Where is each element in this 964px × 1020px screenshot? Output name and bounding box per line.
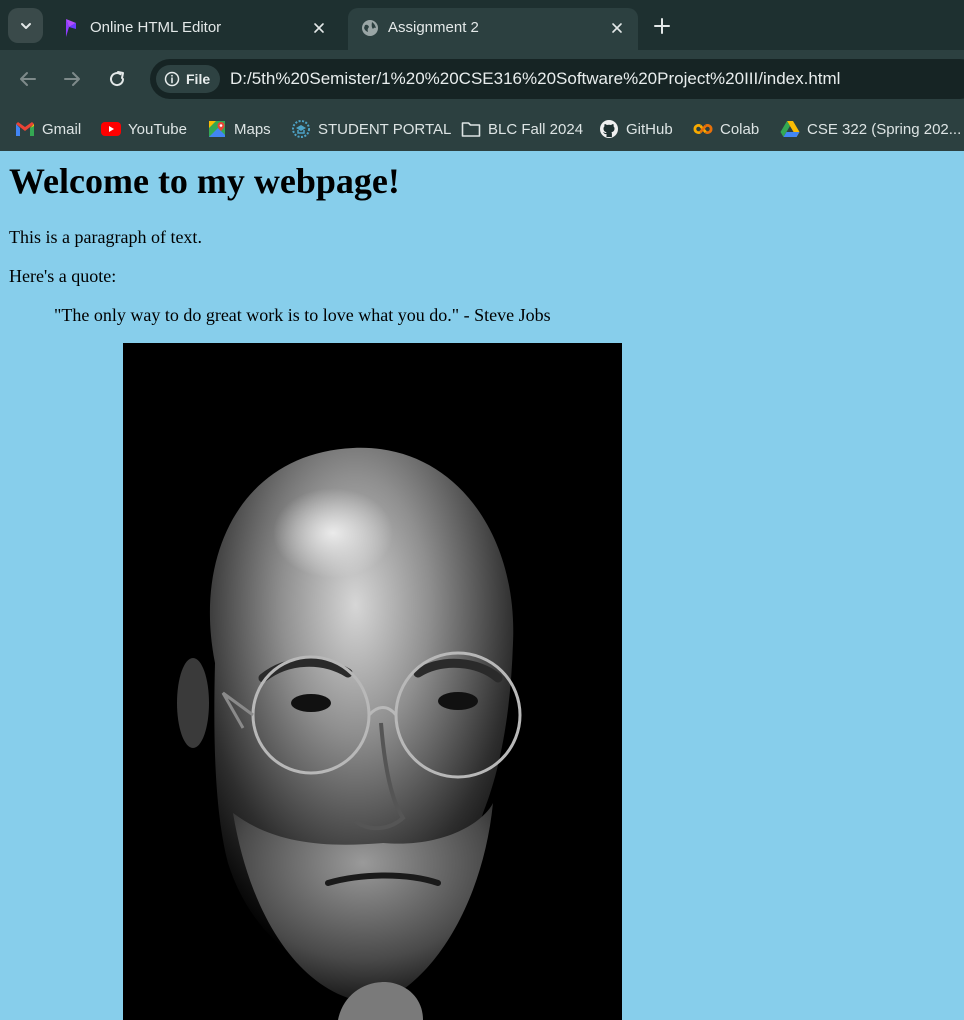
bookmark-student-portal[interactable]: STUDENT PORTAL xyxy=(291,116,451,142)
reload-button[interactable] xyxy=(103,65,131,93)
quote-intro: Here's a quote: xyxy=(9,266,117,286)
browser-toolbar: File D:/5th%20Semister/1%20%20CSE316%20S… xyxy=(0,50,964,108)
arrow-right-icon xyxy=(64,72,80,86)
bookmark-label: Gmail xyxy=(42,120,82,138)
info-icon xyxy=(164,71,180,87)
bookmark-gmail[interactable]: Gmail xyxy=(15,116,81,142)
bookmark-label: Colab xyxy=(720,120,760,138)
bookmark-label: YouTube xyxy=(128,120,187,138)
bookmark-blc-fall-2024[interactable]: BLC Fall 2024 xyxy=(461,116,583,142)
page-viewport: Welcome to my webpage! This is a paragra… xyxy=(0,151,964,1020)
folder-icon xyxy=(461,119,481,139)
site-info-label: File xyxy=(186,71,211,87)
url-text[interactable]: D:/5th%20Semister/1%20%20CSE316%20Softwa… xyxy=(230,69,840,89)
globe-icon xyxy=(360,18,380,38)
bookmark-label: GitHub xyxy=(626,120,673,138)
bookmarks-bar: Gmail YouTube Maps STUDENT PORTAL BLC Fa… xyxy=(0,108,964,151)
quote-text: "The only way to do great work is to lov… xyxy=(54,305,551,325)
bookmark-github[interactable]: GitHub xyxy=(599,116,673,142)
reload-icon xyxy=(110,71,125,87)
bookmark-cse-322[interactable]: CSE 322 (Spring 202... xyxy=(780,116,961,142)
bookmark-colab[interactable]: Colab xyxy=(693,116,759,142)
google-drive-icon xyxy=(780,119,800,139)
colab-icon xyxy=(693,119,713,139)
tab-title: Online HTML Editor xyxy=(90,19,222,36)
steve-jobs-portrait-image xyxy=(123,343,622,1020)
tab-online-html-editor[interactable]: Online HTML Editor xyxy=(50,8,340,50)
bookmark-maps[interactable]: Maps xyxy=(207,116,271,142)
bookmark-label: BLC Fall 2024 xyxy=(488,120,584,138)
new-tab-button[interactable] xyxy=(648,12,676,40)
github-icon xyxy=(599,119,619,139)
close-tab-icon[interactable] xyxy=(606,17,628,39)
tab-search-button[interactable] xyxy=(8,8,43,43)
address-bar[interactable]: File D:/5th%20Semister/1%20%20CSE316%20S… xyxy=(150,59,964,99)
student-portal-icon xyxy=(291,119,311,139)
maps-icon xyxy=(207,119,227,139)
gmail-icon xyxy=(15,119,35,139)
back-button[interactable] xyxy=(14,65,42,93)
page-heading: Welcome to my webpage! xyxy=(9,161,400,201)
arrow-left-icon xyxy=(20,72,36,86)
tab-assignment-2[interactable]: Assignment 2 xyxy=(348,8,638,50)
bookmark-label: Maps xyxy=(234,120,271,138)
chevron-down-icon xyxy=(20,22,31,29)
tab-strip: Online HTML Editor Assignment 2 xyxy=(0,0,964,50)
bookmark-youtube[interactable]: YouTube xyxy=(101,116,187,142)
site-info-chip[interactable]: File xyxy=(156,65,220,93)
bookmark-label: CSE 322 (Spring 202... xyxy=(807,120,962,138)
bookmark-label: STUDENT PORTAL xyxy=(318,120,452,138)
tab-title: Assignment 2 xyxy=(388,19,479,36)
close-tab-icon[interactable] xyxy=(308,17,330,39)
playcode-logo-icon xyxy=(62,18,82,38)
forward-button[interactable] xyxy=(58,65,86,93)
paragraph-text: This is a paragraph of text. xyxy=(9,227,202,247)
plus-icon xyxy=(654,18,670,34)
youtube-icon xyxy=(101,119,121,139)
